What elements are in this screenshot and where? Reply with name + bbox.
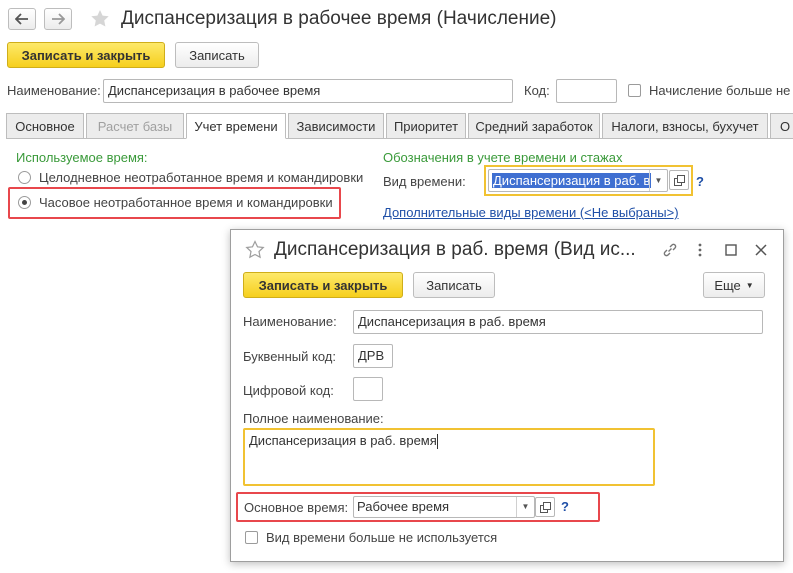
digit-code-field[interactable] [353,377,383,401]
full-name-label: Полное наименование: [243,411,384,426]
chevron-down-icon: ▼ [745,280,754,290]
code-field[interactable] [556,79,617,103]
dialog-not-used-checkbox[interactable] [245,531,258,544]
main-time-highlight [236,492,600,522]
not-used-label: Начисление больше не [649,83,791,98]
more-vertical-icon[interactable] [697,242,703,258]
full-day-radio[interactable] [18,171,31,184]
additional-kinds-link[interactable]: Дополнительные виды времени (<Не выбраны… [383,205,679,220]
full-name-field[interactable]: Диспансеризация в раб. время [243,428,655,486]
close-icon[interactable] [755,244,767,256]
dialog-title: Диспансеризация в раб. время (Вид ис... [274,239,636,260]
full-name-value: Диспансеризация в раб. время [249,433,437,448]
name-field[interactable]: Диспансеризация в рабочее время [103,79,513,103]
star-icon[interactable] [90,9,110,29]
back-button[interactable] [8,8,36,30]
dialog-name-label: Наименование: [243,314,337,329]
name-label: Наименование: [7,83,101,98]
hourly-highlight [8,187,341,219]
code-label: Код: [524,83,550,98]
tab-other[interactable]: О [770,113,793,139]
tab-dependencies[interactable]: Зависимости [288,113,384,139]
kind-highlight [484,165,693,196]
more-label: Еще [714,277,741,293]
text-cursor [436,434,438,450]
dialog-save-button[interactable]: Записать [413,272,495,298]
kind-label: Вид времени: [383,174,466,189]
star-icon[interactable] [245,240,265,260]
dialog-not-used-label: Вид времени больше не используется [266,530,498,545]
dialog-save-and-close-button[interactable]: Записать и закрыть [243,272,403,298]
tab-average-earnings[interactable]: Средний заработок [468,113,600,139]
designations-title: Обозначения в учете времени и стажах [383,150,623,165]
save-button[interactable]: Записать [175,42,259,68]
tab-bar: Основное Расчет базы Учет времени Зависи… [6,113,793,139]
tab-priority[interactable]: Приоритет [386,113,466,139]
maximize-icon[interactable] [725,244,737,256]
arrow-right-icon [52,13,65,25]
letter-code-label: Буквенный код: [243,349,336,364]
time-kind-dialog: Диспансеризация в раб. время (Вид ис... … [230,229,784,562]
arrow-left-icon [15,13,28,25]
tab-base-calculation[interactable]: Расчет базы [86,113,184,139]
window-title: Диспансеризация в рабочее время (Начисле… [121,8,557,29]
save-and-close-button[interactable]: Записать и закрыть [7,42,165,68]
dialog-more-button[interactable]: Еще ▼ [703,272,765,298]
tab-main[interactable]: Основное [6,113,84,139]
letter-code-field[interactable]: ДРВ [353,344,393,368]
digit-code-label: Цифровой код: [243,383,334,398]
dialog-name-field[interactable]: Диспансеризация в раб. время [353,310,763,334]
used-time-title: Используемое время: [16,150,148,165]
forward-button[interactable] [44,8,72,30]
full-day-label: Целодневное неотработанное время и коман… [39,170,364,185]
kind-help[interactable]: ? [696,174,704,189]
tab-taxes[interactable]: Налоги, взносы, бухучет [602,113,768,139]
tab-time-accounting[interactable]: Учет времени [186,113,286,139]
link-icon[interactable] [662,242,678,258]
not-used-checkbox[interactable] [628,84,641,97]
